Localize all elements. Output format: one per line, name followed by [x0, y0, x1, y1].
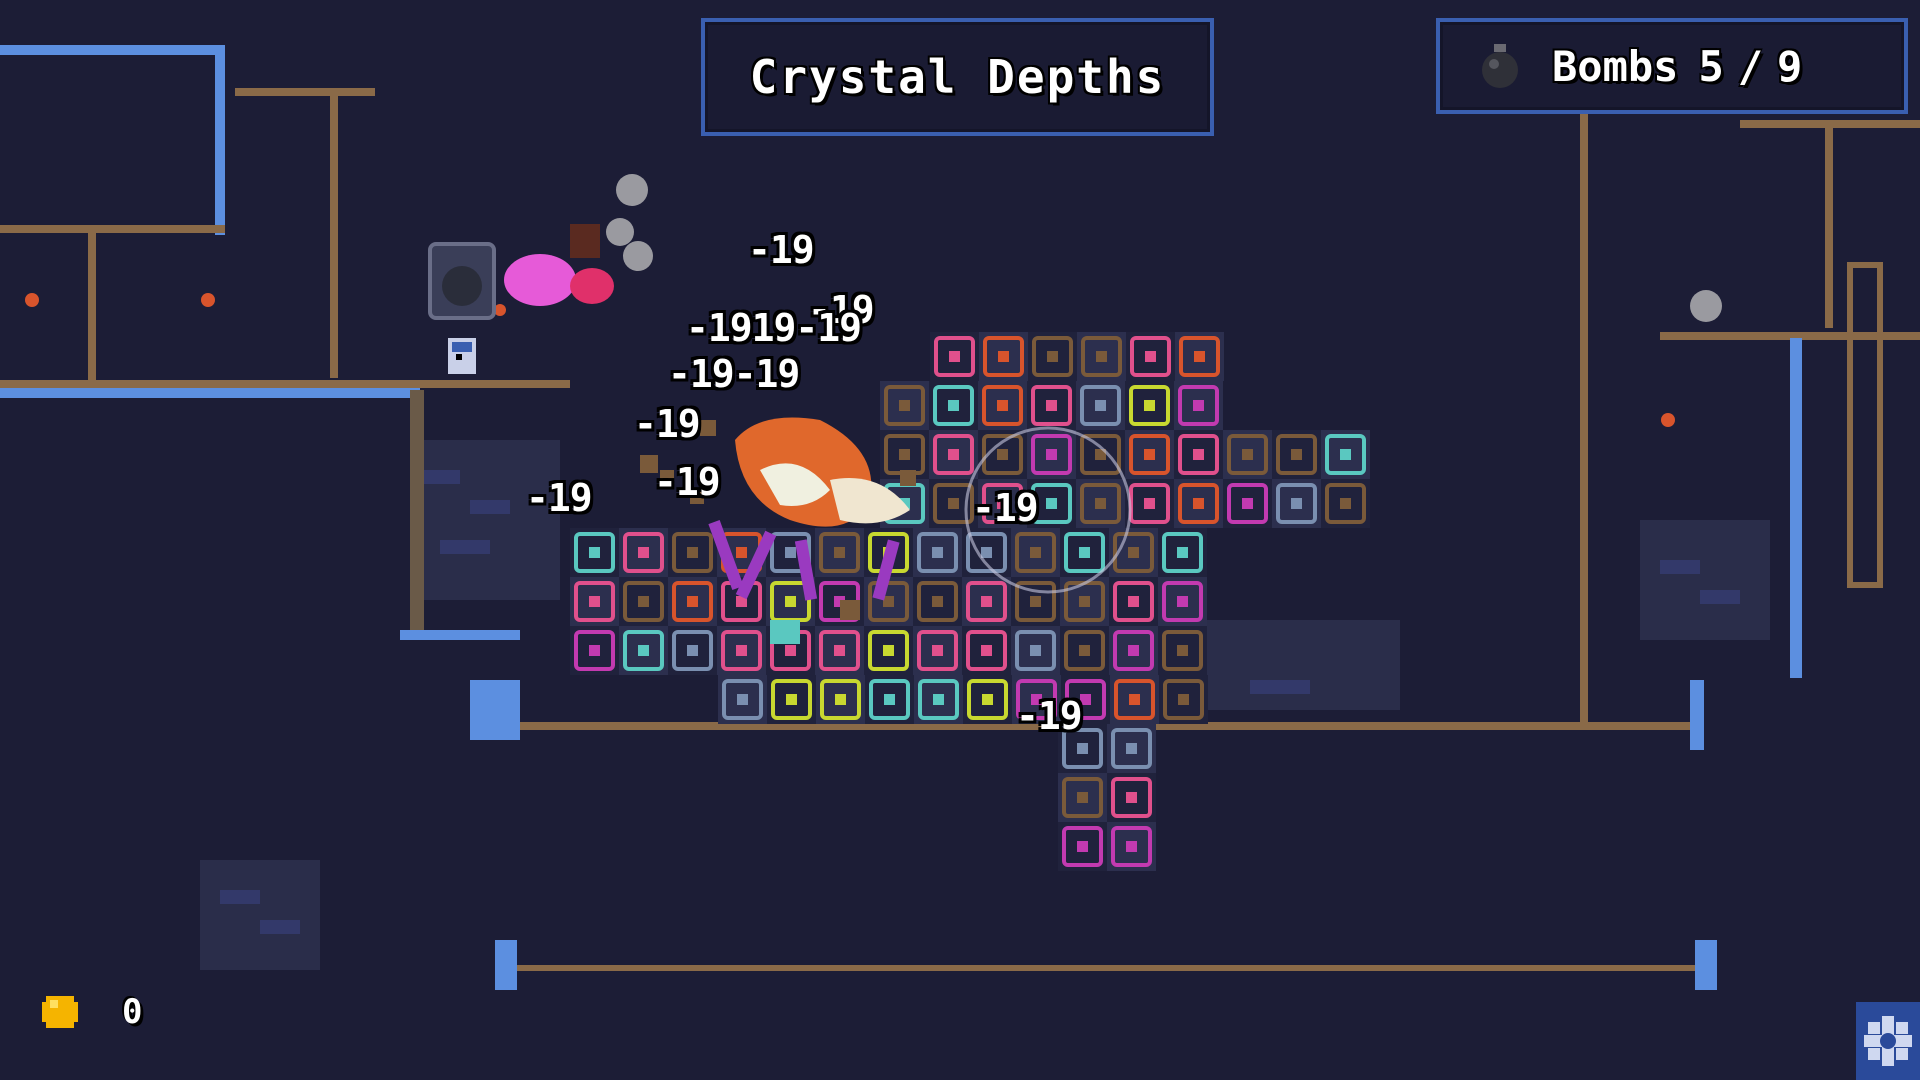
damage-number: -19 [1016, 694, 1083, 738]
coin-count: 0 [122, 992, 143, 1032]
damage-number: -19 [526, 476, 593, 520]
flying-creature [504, 224, 614, 306]
gear-icon [1864, 1016, 1912, 1066]
damage-number: -19 [972, 486, 1039, 530]
damage-number: -19 [748, 228, 815, 272]
damage-number: -19 [654, 460, 721, 504]
explosion-effect [640, 417, 916, 644]
bombs-label: Bombs [1552, 41, 1679, 91]
characters [428, 174, 1722, 644]
settings-button[interactable] [1856, 1002, 1920, 1080]
coin-counter: 0 [40, 992, 142, 1032]
bombs-max-count: 9 [1777, 41, 1803, 91]
damage-number: -1919-19 [686, 306, 862, 350]
bomb-icon [1482, 44, 1518, 88]
bomb-counter-panel: Bombs 5 / 9 [1436, 18, 1908, 114]
level-title-panel: Crystal Depths [701, 18, 1214, 136]
game-viewport: -19 -19 -1919-19 -19-19 -19 -19 -19 -19 … [0, 0, 1920, 1080]
bombs-current-count: 5 [1698, 41, 1724, 91]
bomb-item-frame [428, 242, 496, 320]
level-title: Crystal Depths [749, 50, 1166, 104]
damage-number: -19 [634, 402, 701, 446]
coin-icon [42, 996, 78, 1028]
player-character [448, 338, 476, 374]
bombs-separator: / [1737, 41, 1764, 91]
damage-number: -19-19 [668, 352, 800, 396]
